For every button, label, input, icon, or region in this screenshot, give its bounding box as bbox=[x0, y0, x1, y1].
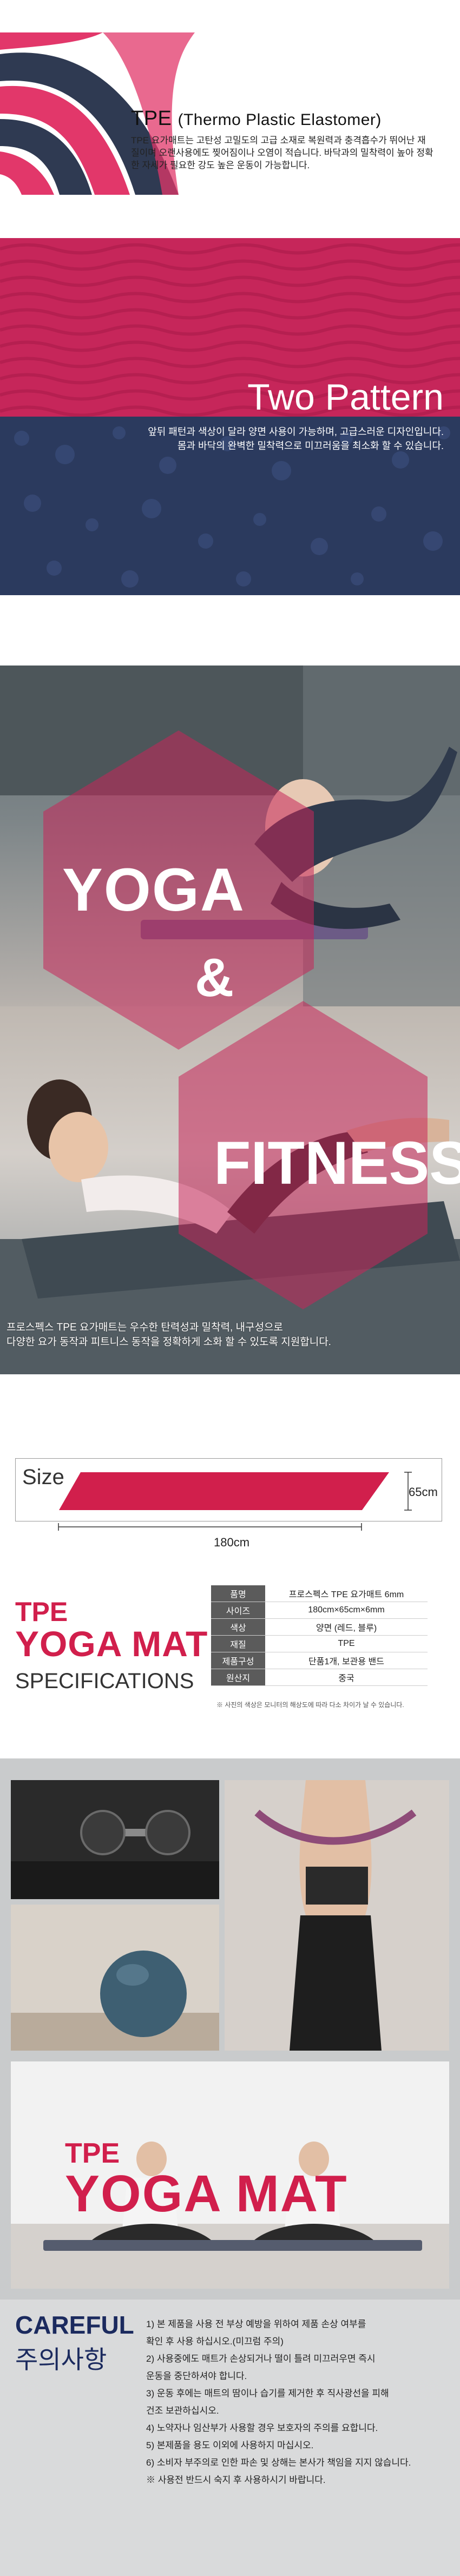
table-row: 품명 프로스펙스 TPE 요가매트 6mm bbox=[211, 1585, 428, 1602]
list-item: 3) 운동 후에는 매트의 땀이나 습기를 제거한 후 직사광선을 피해 bbox=[146, 2388, 389, 2399]
list-item: 5) 본제품을 용도 이외에 사용하지 마십시오. bbox=[146, 2440, 314, 2450]
intro-description: TPE 요가매트는 고탄성 고밀도의 고급 소재로 복원력과 충격흡수가 뛰어난… bbox=[131, 135, 433, 170]
table-row: 색상 양면 (레드, 블루) bbox=[211, 1618, 428, 1636]
list-item: 1) 본 제품을 사용 전 부상 예방을 위하여 제품 손상 여부를 bbox=[146, 2319, 366, 2329]
list-item: 운동을 중단하셔야 합니다. bbox=[146, 2371, 247, 2381]
careful-section: CAREFUL 주의사항 1) 본 제품을 사용 전 부상 예방을 위하여 제품… bbox=[0, 2300, 460, 2576]
spec-color-note: ※ 사진의 색상은 모니터의 해상도에 따라 다소 차이가 날 수 있습니다. bbox=[216, 1701, 404, 1709]
width-label: 180cm bbox=[214, 1536, 250, 1549]
fitness-heading: FITNESS bbox=[214, 1129, 460, 1197]
list-item: 확인 후 사용 하십시오.(미끄럼 주의) bbox=[146, 2336, 284, 2347]
table-row: 원산지 중국 bbox=[211, 1669, 428, 1686]
spec-yoga-mat-heading: YOGA MAT bbox=[15, 1624, 208, 1664]
spec-specifications-heading: SPECIFICATIONS bbox=[15, 1669, 194, 1693]
ampersand: & bbox=[195, 947, 234, 1008]
two-pattern-title: Two Pattern bbox=[247, 377, 444, 418]
two-pattern-description: 앞뒤 패턴과 색상이 달라 양면 사용이 가능하며, 고급스러운 디자인입니다.… bbox=[148, 426, 444, 451]
yoga-fitness-description: 프로스펙스 TPE 요가매트는 우수한 탄력성과 밀착력, 내구성으로 다양한 … bbox=[6, 1322, 331, 1348]
dumbbell-photo bbox=[11, 1780, 219, 1899]
table-row: 재질 TPE bbox=[211, 1635, 428, 1652]
pink-hexagon-overlay bbox=[43, 730, 428, 1309]
table-row: 사이즈 180cm×65cm×6mm bbox=[211, 1602, 428, 1619]
specifications-section: TPE YOGA MAT SPECIFICATIONS 품명 프로스펙스 TPE … bbox=[0, 1558, 460, 1775]
size-diagram: Size bbox=[15, 1458, 442, 1521]
intro-section: TPE (Thermo Plastic Elastomer) TPE 요가매트는… bbox=[0, 0, 460, 238]
list-item: 4) 노약자나 임산부가 사용할 경우 보호자의 주의를 요합니다. bbox=[146, 2423, 378, 2433]
careful-list: 1) 본 제품을 사용 전 부상 예방을 위하여 제품 손상 여부를 확인 후 … bbox=[146, 2316, 449, 2489]
photo-collage-section: TPE YOGA MAT bbox=[0, 1758, 460, 2300]
list-item: ※ 사용전 반드시 숙지 후 사용하시기 바랍니다. bbox=[146, 2475, 326, 2485]
exercise-ball-photo bbox=[11, 1905, 219, 2051]
banner-yoga-mat-heading: YOGA MAT bbox=[65, 2165, 348, 2223]
height-label: 65cm bbox=[409, 1485, 438, 1499]
table-row: 제품구성 단품1개, 보관용 밴드 bbox=[211, 1652, 428, 1669]
careful-title-ko: 주의사항 bbox=[15, 2346, 107, 2374]
intro-title: TPE (Thermo Plastic Elastomer) bbox=[131, 107, 382, 130]
resistance-band-photo bbox=[225, 1780, 449, 2051]
list-item: 2) 사용중에도 매트가 손상되거나 떨이 틀려 미끄러우면 즉시 bbox=[146, 2354, 376, 2364]
yoga-heading: YOGA bbox=[62, 856, 245, 924]
width-dimension-line bbox=[58, 1523, 362, 1531]
two-pattern-section: Two Pattern 앞뒤 패턴과 색상이 달라 양면 사용이 가능하며, 고… bbox=[0, 238, 460, 595]
spec-table: 품명 프로스펙스 TPE 요가매트 6mm 사이즈 180cm×65cm×6mm 색… bbox=[211, 1585, 428, 1686]
mat-shape bbox=[59, 1472, 412, 1511]
list-item: 6) 소비자 부주의로 인한 파손 및 상해는 본사가 책임을 지지 않습니다. bbox=[146, 2458, 411, 2468]
careful-title-en: CAREFUL bbox=[15, 2311, 134, 2339]
yoga-fitness-section: YOGA & FITNESS 프로스펙스 TPE 요가매트는 우수한 탄력성과 … bbox=[0, 666, 460, 1374]
list-item: 건조 보관하십시오. bbox=[146, 2406, 219, 2416]
